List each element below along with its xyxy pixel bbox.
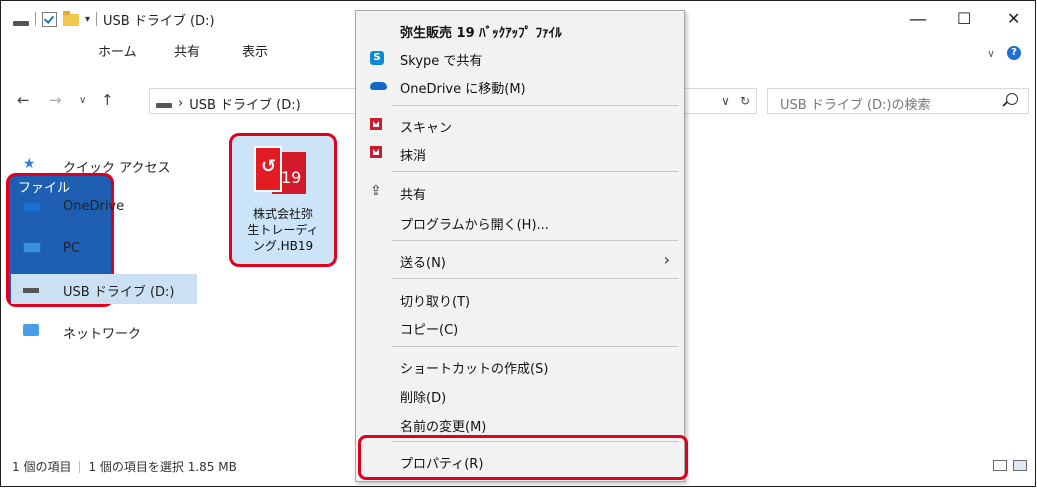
share-icon: ⇪ bbox=[370, 183, 382, 199]
selection-info: 1 個の項目を選択 1.85 MB bbox=[88, 460, 237, 474]
sidebar-item-label: クイック アクセス bbox=[63, 161, 171, 176]
address-dropdown-icon[interactable]: ∨ bbox=[721, 94, 730, 108]
help-icon[interactable]: ? bbox=[1007, 46, 1021, 60]
search-input[interactable]: USB ドライブ (D:)の検索 bbox=[767, 88, 1029, 114]
menu-item-scan[interactable]: スキャン bbox=[356, 112, 684, 139]
sidebar-item-label: PC bbox=[63, 241, 80, 256]
sidebar-item-quick-access[interactable]: ★ クイック アクセス bbox=[11, 150, 197, 180]
menu-item-delete[interactable]: 削除(D) bbox=[356, 382, 684, 409]
search-placeholder: USB ドライブ (D:)の検索 bbox=[780, 98, 931, 113]
refresh-icon[interactable]: ↻ bbox=[740, 94, 750, 108]
breadcrumb-usb-drive[interactable]: USB ドライブ (D:) bbox=[189, 94, 300, 113]
sidebar-item-label: OneDrive bbox=[63, 199, 125, 214]
usb-drive-icon bbox=[23, 288, 39, 293]
mcafee-icon bbox=[370, 118, 382, 130]
version-badge: 19 bbox=[281, 168, 302, 187]
status-bar: 1 個の項目 1 個の項目を選択 1.85 MB bbox=[12, 458, 237, 475]
restore-arrow-icon: ↺ bbox=[261, 156, 277, 177]
details-view-icon[interactable] bbox=[993, 460, 1007, 471]
tab-home[interactable]: ホーム bbox=[89, 40, 146, 66]
menu-item-rename[interactable]: 名前の変更(M) bbox=[356, 411, 684, 438]
new-folder-icon[interactable] bbox=[63, 11, 79, 26]
sidebar-item-pc[interactable]: PC bbox=[11, 234, 197, 264]
view-switcher bbox=[993, 460, 1027, 471]
cloud-icon bbox=[23, 202, 41, 211]
skype-icon: S bbox=[370, 51, 384, 65]
recent-locations-icon[interactable]: ∨ bbox=[79, 95, 86, 106]
context-menu: 弥生販売 19 ﾊﾞｯｸｱｯﾌﾟ ﾌｧｲﾙ S Skype で共有 OneDri… bbox=[355, 10, 685, 482]
pc-icon bbox=[23, 242, 41, 253]
menu-item-cut[interactable]: 切り取り(T) bbox=[356, 286, 684, 313]
menu-item-share[interactable]: ⇪ 共有 bbox=[356, 179, 684, 206]
star-icon: ★ bbox=[23, 156, 36, 172]
menu-item-send-to[interactable]: 送る(N) › bbox=[356, 247, 684, 274]
search-icon bbox=[1006, 93, 1018, 105]
onedrive-icon bbox=[370, 82, 387, 90]
forward-arrow-icon[interactable]: → bbox=[49, 91, 62, 109]
separator bbox=[96, 12, 98, 26]
sidebar-item-label: ネットワーク bbox=[63, 327, 142, 342]
up-arrow-icon[interactable]: ↑ bbox=[101, 91, 114, 109]
menu-item-copy[interactable]: コピー(C) bbox=[356, 314, 684, 341]
tab-share[interactable]: 共有 bbox=[165, 40, 209, 66]
network-icon bbox=[23, 324, 39, 336]
properties-icon[interactable] bbox=[42, 11, 57, 27]
menu-item-open-with[interactable]: プログラムから開く(H)... bbox=[356, 209, 684, 236]
yayoi-backup-file-icon: 19 ↺ bbox=[254, 146, 310, 198]
tab-view[interactable]: 表示 bbox=[233, 40, 277, 66]
quick-access-toolbar: ▾ USB ドライブ (D:) bbox=[13, 11, 215, 29]
sidebar-item-onedrive[interactable]: OneDrive bbox=[11, 192, 197, 222]
expand-ribbon-icon[interactable]: ∨ bbox=[987, 47, 995, 60]
file-name: 株式会社弥 生トレーディ ング.HB19 bbox=[247, 207, 319, 253]
menu-item-shred[interactable]: 抹消 bbox=[356, 140, 684, 167]
chevron-right-icon[interactable]: › bbox=[178, 96, 183, 111]
menu-item-skype-share[interactable]: S Skype で共有 bbox=[356, 45, 684, 72]
window-title: USB ドライブ (D:) bbox=[103, 13, 215, 29]
sidebar-item-network[interactable]: ネットワーク bbox=[11, 316, 197, 346]
minimize-button[interactable]: — bbox=[909, 9, 927, 30]
drive-icon bbox=[156, 103, 172, 108]
mcafee-icon bbox=[370, 146, 382, 158]
menu-item-open-header[interactable]: 弥生販売 19 ﾊﾞｯｸｱｯﾌﾟ ﾌｧｲﾙ bbox=[356, 17, 684, 44]
drive-icon bbox=[13, 20, 29, 26]
large-icons-view-icon[interactable] bbox=[1013, 460, 1027, 471]
sidebar-item-label: USB ドライブ (D:) bbox=[63, 285, 175, 300]
menu-item-onedrive-move[interactable]: OneDrive に移動(M) bbox=[356, 73, 684, 100]
chevron-right-icon: › bbox=[663, 250, 670, 269]
item-count: 1 個の項目 bbox=[12, 460, 72, 474]
menu-item-create-shortcut[interactable]: ショートカットの作成(S) bbox=[356, 353, 684, 380]
back-arrow-icon[interactable]: ← bbox=[17, 91, 30, 109]
maximize-button[interactable]: ☐ bbox=[957, 9, 971, 28]
sidebar-item-usb-drive[interactable]: USB ドライブ (D:) bbox=[11, 274, 197, 304]
properties-highlight bbox=[358, 435, 688, 480]
customize-dropdown-icon[interactable]: ▾ bbox=[85, 14, 90, 25]
separator bbox=[35, 12, 36, 26]
file-item[interactable]: 19 ↺ 株式会社弥 生トレーディ ング.HB19 bbox=[229, 133, 337, 267]
close-button[interactable]: ✕ bbox=[1007, 9, 1020, 28]
